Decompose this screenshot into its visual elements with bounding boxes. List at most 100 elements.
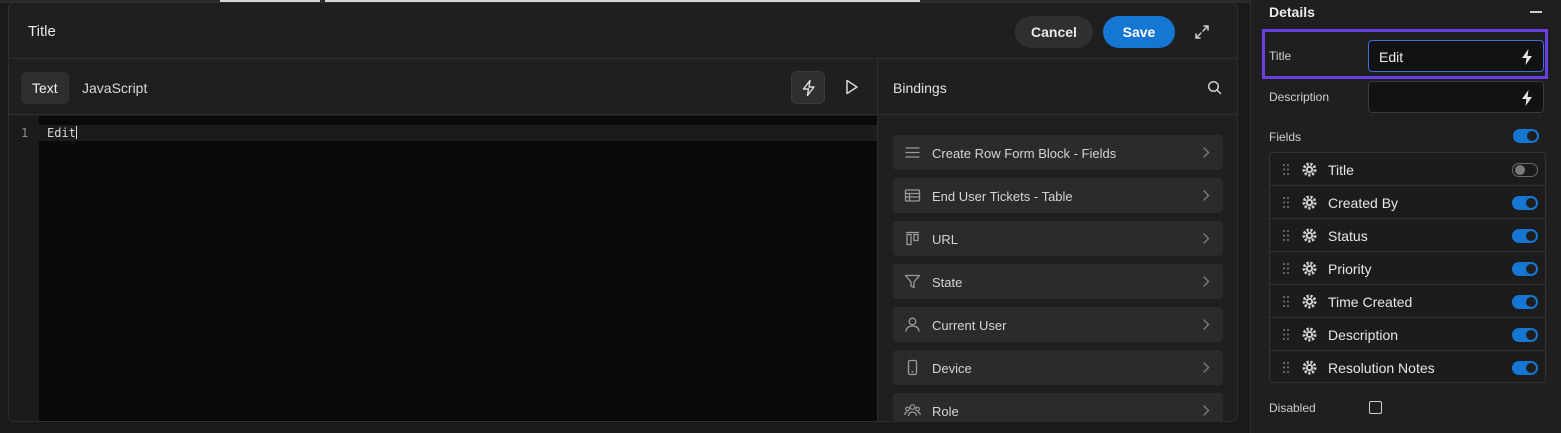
gear-icon[interactable] xyxy=(1302,195,1317,210)
binding-item-label: Current User xyxy=(932,318,1007,333)
binding-item-label: Create Row Form Block - Fields xyxy=(932,146,1117,161)
url-icon xyxy=(904,230,921,247)
bolt-icon[interactable] xyxy=(1519,89,1535,112)
title-field[interactable]: Edit xyxy=(1368,40,1544,72)
field-toggle[interactable] xyxy=(1512,328,1538,342)
collapse-icon[interactable] xyxy=(1530,11,1542,13)
gear-icon[interactable] xyxy=(1302,261,1317,276)
binding-item-end-user-tickets[interactable]: End User Tickets - Table xyxy=(893,178,1223,213)
gear-icon[interactable] xyxy=(1302,294,1317,309)
bindings-panel: Bindings Create Row Form Block - Fields xyxy=(877,60,1237,421)
binding-item-device[interactable]: Device xyxy=(893,350,1223,385)
table-icon xyxy=(904,187,921,204)
gear-icon[interactable] xyxy=(1302,228,1317,243)
drag-handle-icon[interactable] xyxy=(1282,163,1290,176)
filter-icon xyxy=(904,273,921,290)
field-toggle[interactable] xyxy=(1512,163,1538,177)
field-name: Priority xyxy=(1328,261,1372,277)
field-name: Description xyxy=(1328,327,1399,343)
tab-javascript[interactable]: JavaScript xyxy=(82,72,147,104)
bindings-header: Bindings xyxy=(878,60,1237,115)
modal-title: Title xyxy=(28,23,56,40)
disabled-checkbox[interactable] xyxy=(1369,401,1382,414)
drag-handle-icon[interactable] xyxy=(1282,229,1290,242)
details-panel: Details Title Edit Description Fields Ti… xyxy=(1250,0,1561,433)
binding-item-url[interactable]: URL xyxy=(893,221,1223,256)
gear-icon[interactable] xyxy=(1302,360,1317,375)
gear-icon[interactable] xyxy=(1302,327,1317,342)
binding-item-label: Device xyxy=(932,361,972,376)
binding-item-label: URL xyxy=(932,232,959,247)
editor-tabs: Text JavaScript xyxy=(9,60,877,115)
binding-editor-modal: Title Cancel Save Text JavaScript 1 Edit… xyxy=(8,2,1238,422)
field-toggle[interactable] xyxy=(1512,295,1538,309)
description-field[interactable] xyxy=(1368,81,1544,113)
field-toggle[interactable] xyxy=(1512,262,1538,276)
title-field-label: Title xyxy=(1269,49,1292,63)
field-row-time-created[interactable]: Time Created xyxy=(1270,285,1545,318)
line-gutter: 1 xyxy=(9,116,39,421)
gear-icon[interactable] xyxy=(1302,162,1317,177)
disabled-label: Disabled xyxy=(1269,401,1316,415)
user-icon xyxy=(904,316,921,333)
field-toggle[interactable] xyxy=(1512,361,1538,375)
chevron-right-icon xyxy=(1201,189,1211,202)
role-icon xyxy=(904,402,921,419)
binding-item-label: Role xyxy=(932,404,959,419)
field-row-priority[interactable]: Priority xyxy=(1270,252,1545,285)
field-name: Resolution Notes xyxy=(1328,360,1435,376)
cancel-button[interactable]: Cancel xyxy=(1015,16,1093,48)
description-field-label: Description xyxy=(1269,90,1330,104)
bindings-title: Bindings xyxy=(893,80,947,96)
text-caret xyxy=(75,126,77,139)
field-name: Status xyxy=(1328,228,1368,244)
fields-toggle[interactable] xyxy=(1513,129,1539,143)
search-icon[interactable] xyxy=(1207,80,1222,100)
list-icon xyxy=(904,144,921,161)
fields-list: Title Created By Status Priority Time Cr… xyxy=(1269,152,1546,383)
field-name: Time Created xyxy=(1328,294,1413,310)
save-button[interactable]: Save xyxy=(1103,16,1175,48)
bolt-button[interactable] xyxy=(791,71,825,104)
chevron-right-icon xyxy=(1201,232,1211,245)
field-row-status[interactable]: Status xyxy=(1270,219,1545,252)
drag-handle-icon[interactable] xyxy=(1282,328,1290,341)
field-row-resolution-notes[interactable]: Resolution Notes xyxy=(1270,351,1545,384)
code-editor[interactable]: 1 Edit xyxy=(9,116,877,421)
binding-item-create-row-form[interactable]: Create Row Form Block - Fields xyxy=(893,135,1223,170)
code-line-text: Edit xyxy=(47,126,76,140)
binding-item-role[interactable]: Role xyxy=(893,393,1223,421)
expand-icon[interactable] xyxy=(1193,23,1211,41)
drag-handle-icon[interactable] xyxy=(1282,262,1290,275)
line-number: 1 xyxy=(21,126,29,140)
modal-header: Title Cancel Save xyxy=(9,3,1237,59)
active-line-highlight xyxy=(39,125,877,141)
chevron-right-icon xyxy=(1201,318,1211,331)
device-icon xyxy=(904,359,921,376)
bolt-icon xyxy=(802,79,815,97)
code-line[interactable]: Edit xyxy=(47,126,77,140)
drag-handle-icon[interactable] xyxy=(1282,361,1290,374)
details-title: Details xyxy=(1269,4,1315,20)
drag-handle-icon[interactable] xyxy=(1282,196,1290,209)
field-name: Created By xyxy=(1328,195,1399,211)
field-row-title[interactable]: Title xyxy=(1270,153,1545,186)
chevron-right-icon xyxy=(1201,275,1211,288)
field-row-description[interactable]: Description xyxy=(1270,318,1545,351)
chevron-right-icon xyxy=(1201,146,1211,159)
chevron-right-icon xyxy=(1201,361,1211,374)
editor-area: Text JavaScript 1 Edit xyxy=(9,60,877,421)
fields-label: Fields xyxy=(1269,130,1302,144)
field-row-created-by[interactable]: Created By xyxy=(1270,186,1545,219)
tab-text[interactable]: Text xyxy=(21,72,69,104)
binding-item-current-user[interactable]: Current User xyxy=(893,307,1223,342)
field-toggle[interactable] xyxy=(1512,229,1538,243)
title-field-value: Edit xyxy=(1379,49,1404,65)
bolt-icon[interactable] xyxy=(1519,48,1535,71)
field-toggle[interactable] xyxy=(1512,196,1538,210)
app-root: Title Cancel Save Text JavaScript 1 Edit… xyxy=(0,0,1561,433)
binding-item-state[interactable]: State xyxy=(893,264,1223,299)
drag-handle-icon[interactable] xyxy=(1282,295,1290,308)
chevron-right-icon xyxy=(1201,404,1211,417)
play-icon[interactable] xyxy=(841,77,861,97)
